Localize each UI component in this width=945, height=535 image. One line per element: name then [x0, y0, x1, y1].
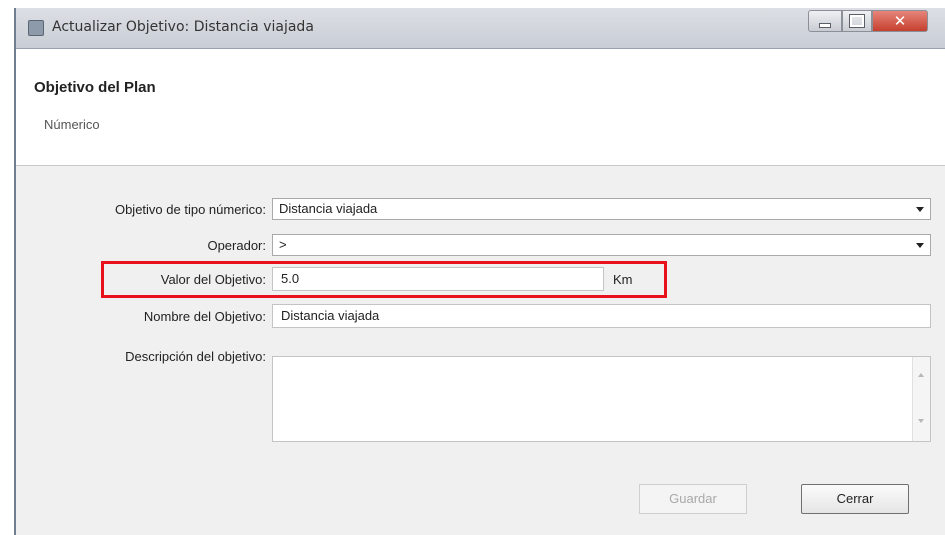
save-button[interactable]: Guardar: [639, 484, 747, 514]
minimize-icon: [819, 22, 831, 28]
maximize-button[interactable]: [842, 10, 872, 32]
dialog-header: Objetivo del Plan Númerico: [16, 49, 945, 166]
objective-description-textarea[interactable]: [272, 356, 931, 442]
app-icon: [28, 20, 44, 36]
page-title: Objetivo del Plan: [34, 79, 156, 96]
close-button[interactable]: Cerrar: [801, 484, 909, 514]
dialog-window: Actualizar Objetivo: Distancia viajada ✕…: [14, 8, 945, 535]
form-area: Objetivo de tipo númerico: Distancia via…: [16, 166, 945, 535]
maximize-icon: [849, 14, 865, 28]
numeric-objective-value: Distancia viajada: [279, 201, 378, 216]
page-subtitle: Númerico: [44, 117, 100, 132]
operator-value: >: [279, 237, 287, 252]
minimize-button[interactable]: [808, 10, 842, 32]
operator-select[interactable]: >: [272, 234, 931, 256]
numeric-objective-select[interactable]: Distancia viajada: [272, 198, 931, 220]
close-icon: ✕: [893, 12, 907, 30]
scroll-up-icon[interactable]: [918, 373, 924, 377]
window-title: Actualizar Objetivo: Distancia viajada: [52, 19, 314, 35]
chevron-down-icon: [916, 207, 924, 212]
objective-name-input[interactable]: Distancia viajada: [272, 304, 931, 328]
operator-label: Operador:: [207, 238, 266, 253]
scroll-down-icon[interactable]: [918, 419, 924, 423]
description-scrollbar[interactable]: [912, 357, 930, 441]
close-window-button[interactable]: ✕: [872, 10, 928, 32]
chevron-down-icon: [916, 243, 924, 248]
numeric-objective-label: Objetivo de tipo númerico:: [114, 202, 266, 217]
objective-name-label: Nombre del Objetivo:: [143, 309, 266, 324]
title-bar[interactable]: Actualizar Objetivo: Distancia viajada ✕: [16, 8, 945, 49]
objective-description-label: Descripción del objetivo:: [125, 349, 266, 364]
highlight-box: [101, 261, 667, 298]
